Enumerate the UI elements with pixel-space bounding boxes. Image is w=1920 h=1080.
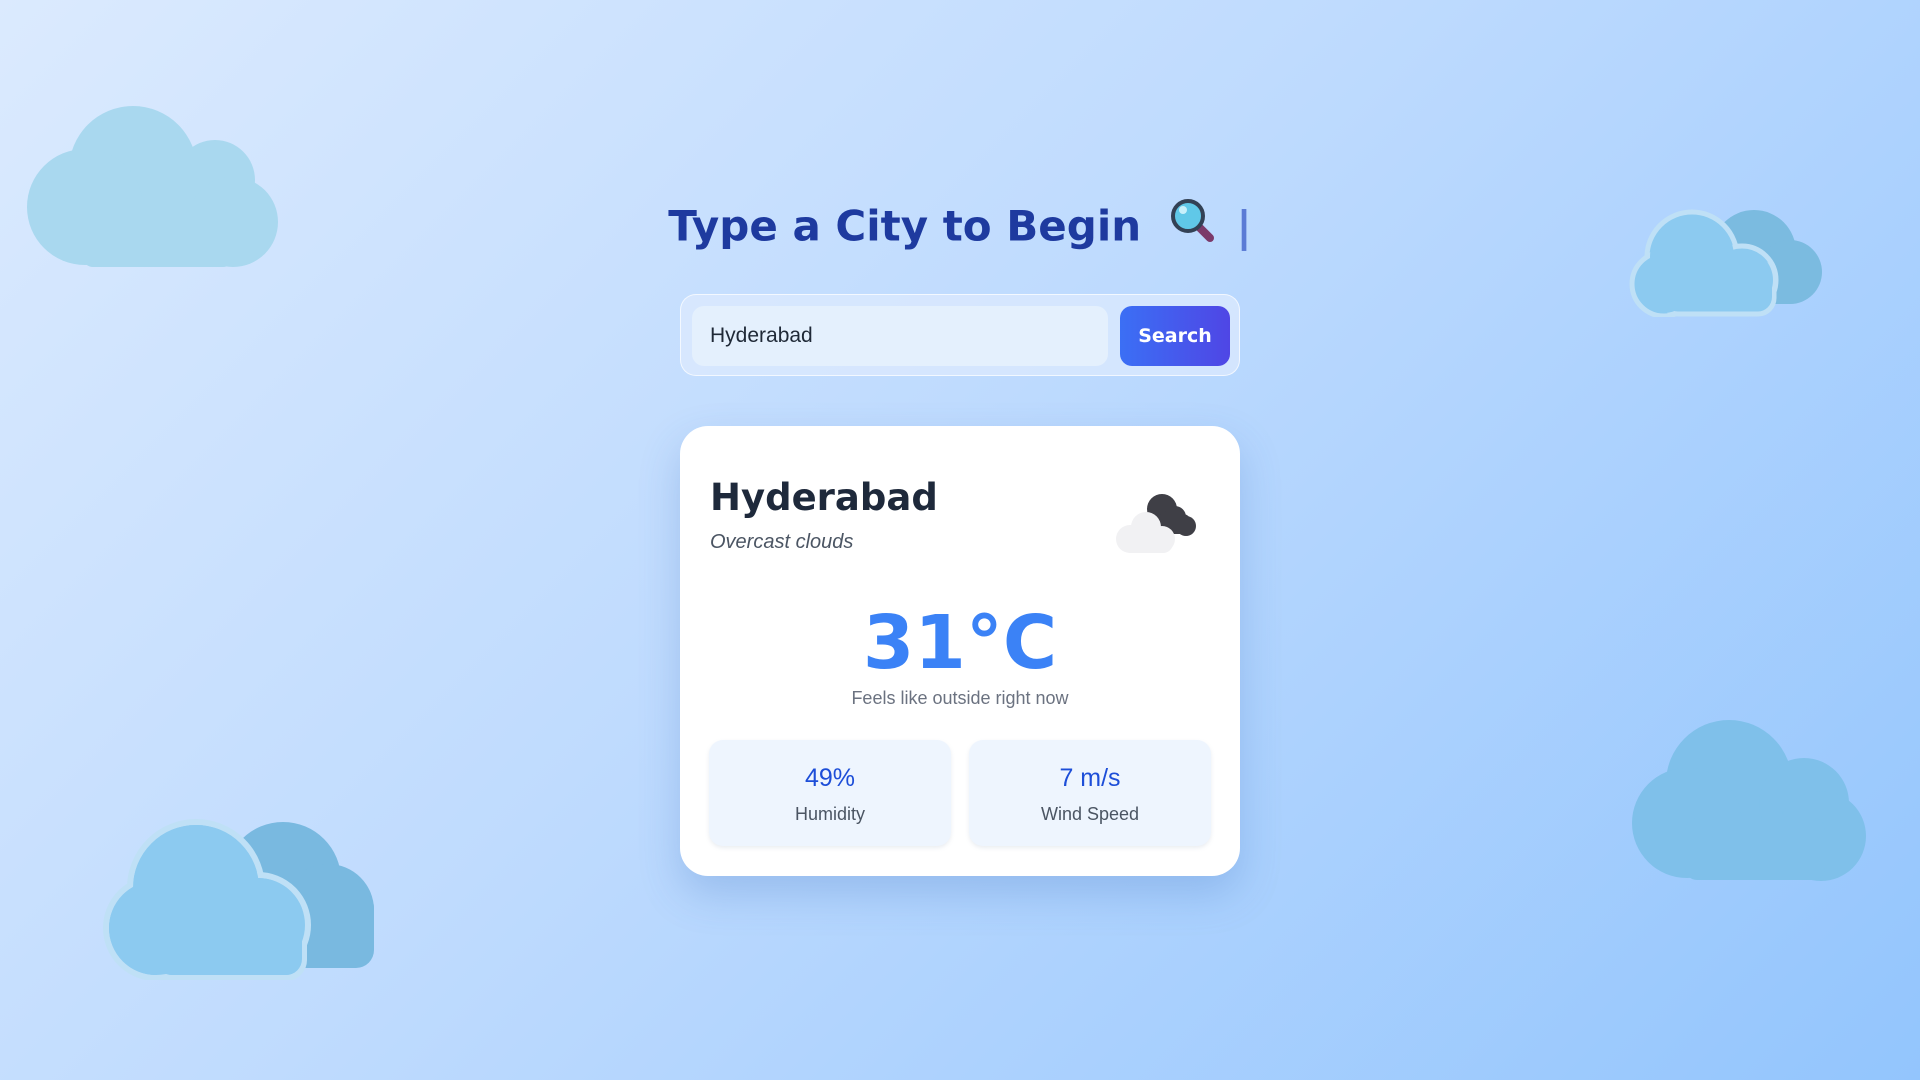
humidity-stat: 49% Humidity: [709, 740, 951, 846]
city-name: Hyderabad: [710, 476, 938, 519]
weather-condition: Overcast clouds: [710, 531, 854, 553]
search-button[interactable]: Search: [1120, 306, 1230, 366]
weather-card: Hyderabad Overcast clouds 31°C Feels lik…: [680, 426, 1240, 876]
humidity-value: 49%: [804, 764, 856, 792]
magnifying-glass-icon: [1168, 196, 1216, 254]
overcast-clouds-icon: [1105, 484, 1200, 561]
feels-like-text: Feels like outside right now: [851, 688, 1069, 708]
humidity-label: Humidity: [794, 804, 865, 824]
background-cloud-icon: [1629, 718, 1874, 883]
city-search-input[interactable]: [692, 306, 1108, 366]
wind-speed-value: 7 m/s: [1059, 764, 1121, 792]
background-cloud-icon: [98, 810, 383, 980]
wind-speed-stat: 7 m/s Wind Speed: [969, 740, 1211, 846]
page-title-text: Type a City to Begin: [668, 201, 1142, 251]
wind-speed-label: Wind Speed: [1040, 804, 1140, 824]
page-title: Type a City to Begin |: [0, 199, 1920, 258]
typing-caret: |: [1236, 201, 1252, 251]
search-bar: Search: [680, 294, 1240, 376]
temperature-value: 31°C: [862, 600, 1058, 686]
